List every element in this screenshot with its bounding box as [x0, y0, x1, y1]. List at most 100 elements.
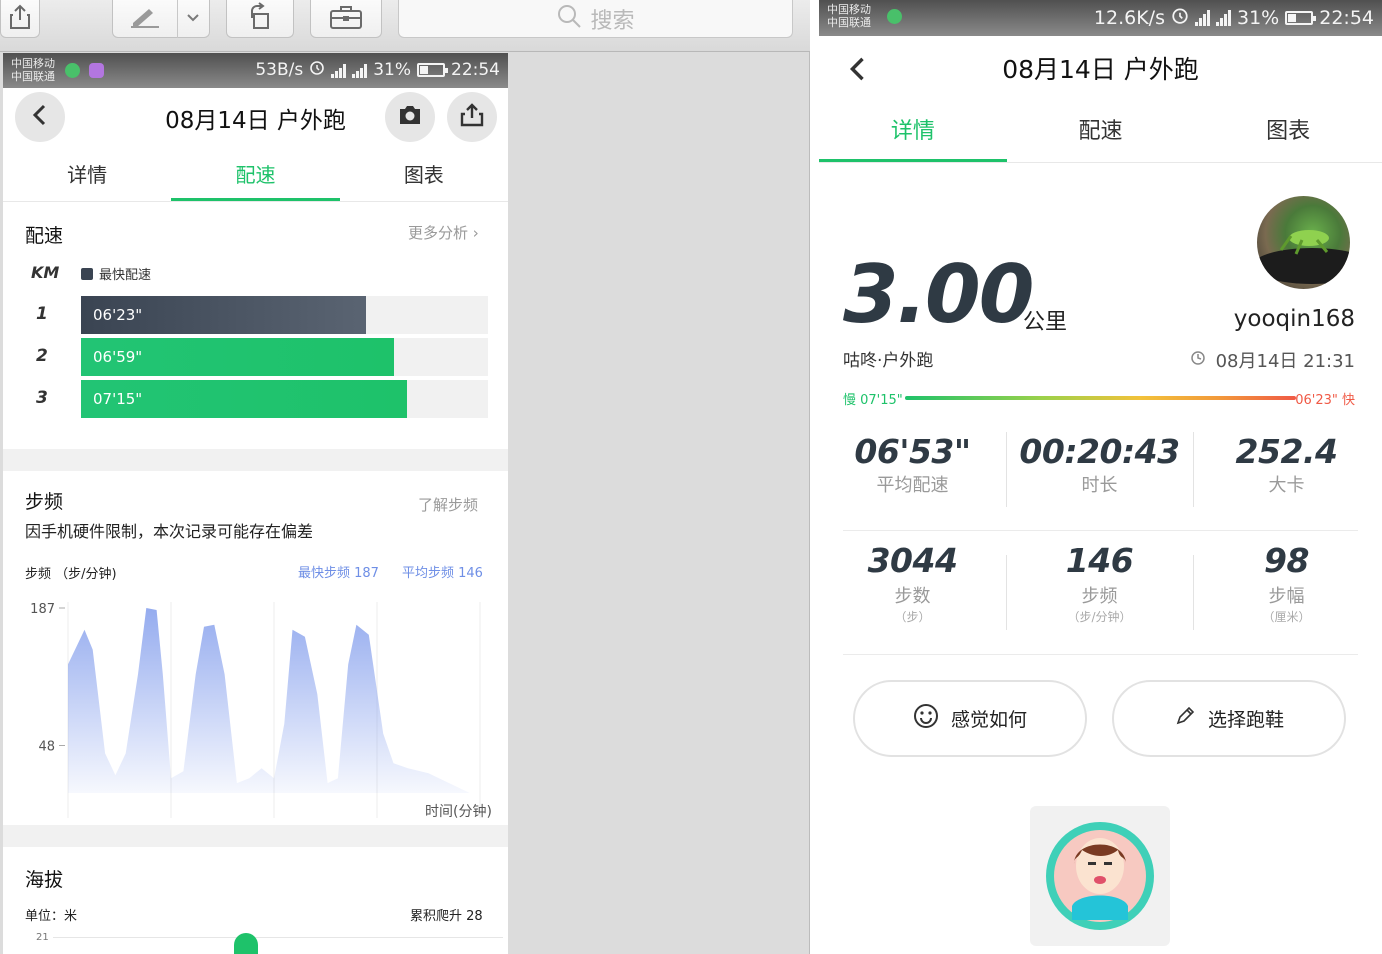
- status-time: 22:54: [1319, 6, 1374, 29]
- smiley-icon: [913, 703, 939, 734]
- steps-value: 3044: [867, 541, 958, 580]
- tab-pace[interactable]: 配速: [171, 156, 340, 201]
- wechat-icon: [887, 9, 902, 24]
- cadence-x-label: 时间(分钟): [425, 804, 492, 820]
- mac-toolbar: 搜索: [0, 0, 810, 52]
- cadence-label: 步频: [1081, 586, 1118, 607]
- stride-value: 98: [1264, 541, 1309, 580]
- signal-2g-icon: [331, 62, 347, 78]
- tab-pace[interactable]: 配速: [1007, 110, 1195, 162]
- carrier-1: 中国移动: [827, 3, 871, 16]
- cadence-axis-title: 步频 （步/分钟): [25, 567, 117, 582]
- more-analysis-label: 更多分析: [408, 224, 469, 242]
- learn-cadence-link[interactable]: 了解步频: [418, 494, 478, 515]
- carrier-2: 中国联通: [827, 16, 871, 29]
- pencil-icon: [1174, 705, 1196, 732]
- search-field[interactable]: 搜索: [398, 0, 793, 38]
- share-button[interactable]: [0, 0, 40, 38]
- grasshopper-image: [1257, 230, 1350, 284]
- page-title: 08月14日 户外跑: [1002, 55, 1199, 84]
- battery-percent: 31%: [373, 59, 411, 80]
- nav-header: 08月14日 户外跑: [3, 88, 508, 148]
- battery-percent: 31%: [1237, 6, 1280, 29]
- share-button[interactable]: [447, 92, 497, 142]
- search-icon: [556, 3, 582, 35]
- stride-unit: （厘米）: [1262, 610, 1311, 624]
- signal-2g-icon: [1195, 9, 1210, 26]
- km-label: KM: [31, 263, 60, 282]
- wechat-icon: [65, 63, 80, 78]
- pace-bar-1: 06'23": [81, 296, 366, 334]
- network-speed: 12.6K/s: [1093, 6, 1165, 29]
- choose-shoes-button[interactable]: 选择跑鞋: [1112, 680, 1346, 757]
- pen-icon: [129, 5, 161, 33]
- run-datetime: 08月14日 21:31: [1190, 347, 1355, 373]
- distance-unit: 公里: [1023, 310, 1068, 335]
- pace-track: 07'15": [81, 380, 488, 418]
- altitude-section-title: 海拔: [25, 869, 64, 891]
- altitude-unit: 单位：米: [25, 909, 78, 924]
- feeling-button[interactable]: 感觉如何: [853, 680, 1087, 757]
- pace-bar-2: 06'59": [81, 338, 395, 376]
- row-divider: [843, 530, 1358, 531]
- tab-details[interactable]: 详情: [819, 110, 1007, 162]
- battery-icon: [1285, 10, 1317, 25]
- cadence-chart: 18748 05101520: [30, 602, 481, 818]
- altitude-tick: 21: [36, 932, 49, 943]
- cadence-area: [68, 608, 470, 793]
- stride-label: 步幅: [1268, 586, 1305, 607]
- avg-pace-label: 平均配速: [876, 475, 949, 496]
- cadence-section-title: 步频: [25, 491, 64, 513]
- markup-button[interactable]: [112, 0, 210, 38]
- carrier-1: 中国移动: [11, 57, 55, 70]
- username: yooqin168: [1233, 306, 1355, 332]
- calories-label: 大卡: [1268, 475, 1305, 496]
- alarm-icon: [1171, 6, 1189, 29]
- cartoon-sticker: [1046, 822, 1154, 930]
- sticker-card[interactable]: [1030, 806, 1170, 946]
- row-divider: [843, 654, 1358, 655]
- chevron-right-icon: ›: [472, 224, 479, 242]
- signal-4g-icon: [1216, 9, 1231, 26]
- duration-label: 时长: [1081, 475, 1118, 496]
- alarm-icon: [309, 59, 325, 80]
- status-right: 53B/s 31% 22:54: [255, 59, 500, 80]
- pace-km-1: 1: [36, 304, 48, 324]
- calories-value: 252.4: [1235, 432, 1338, 471]
- avg-pace-value: 06'53": [854, 432, 971, 471]
- tab-charts[interactable]: 图表: [340, 156, 508, 201]
- cadence-y-tick: 48: [38, 740, 55, 755]
- status-bar: 中国移动 中国联通 53B/s 31% 22:54: [3, 53, 508, 88]
- shoes-label: 选择跑鞋: [1207, 709, 1284, 731]
- tab-details[interactable]: 详情: [3, 156, 171, 201]
- section-divider: [3, 825, 508, 847]
- tab-charts[interactable]: 图表: [1194, 110, 1382, 162]
- avatar[interactable]: [1257, 196, 1350, 289]
- battery-icon: [417, 62, 448, 77]
- status-time: 22:54: [451, 59, 500, 80]
- duration-value: 00:20:43: [1019, 432, 1180, 471]
- rotate-icon: [245, 1, 275, 36]
- pace-track: 06'23": [81, 296, 488, 334]
- fast-pace-label: 06'23" 快: [1295, 393, 1355, 408]
- more-analysis-link[interactable]: 更多分析 ›: [408, 222, 479, 243]
- empty-canvas-area: [508, 53, 808, 954]
- pace-track: 06'59": [81, 338, 488, 376]
- steps-label: 步数: [894, 586, 931, 607]
- rotate-button[interactable]: [226, 0, 294, 38]
- toolbox-icon: [329, 4, 363, 34]
- distance-value: 3.00: [843, 248, 1034, 341]
- activity-type: 咕咚·户外跑: [843, 351, 934, 371]
- app-notification-icon: [89, 63, 104, 78]
- cadence-unit: （步/分钟）: [1067, 610, 1132, 624]
- pace-gradient-bar: [905, 396, 1296, 400]
- clock-icon: [1190, 350, 1206, 371]
- datetime-label: 08月14日 21:31: [1215, 351, 1355, 372]
- toolbox-button[interactable]: [310, 0, 382, 38]
- steps-unit: （步）: [894, 610, 931, 624]
- camera-button[interactable]: [385, 92, 435, 142]
- network-speed: 53B/s: [255, 59, 304, 80]
- cadence-value: 146: [1065, 541, 1134, 580]
- legend-swatch: [81, 267, 93, 280]
- avg-cadence-label: 平均步频 146: [402, 566, 483, 581]
